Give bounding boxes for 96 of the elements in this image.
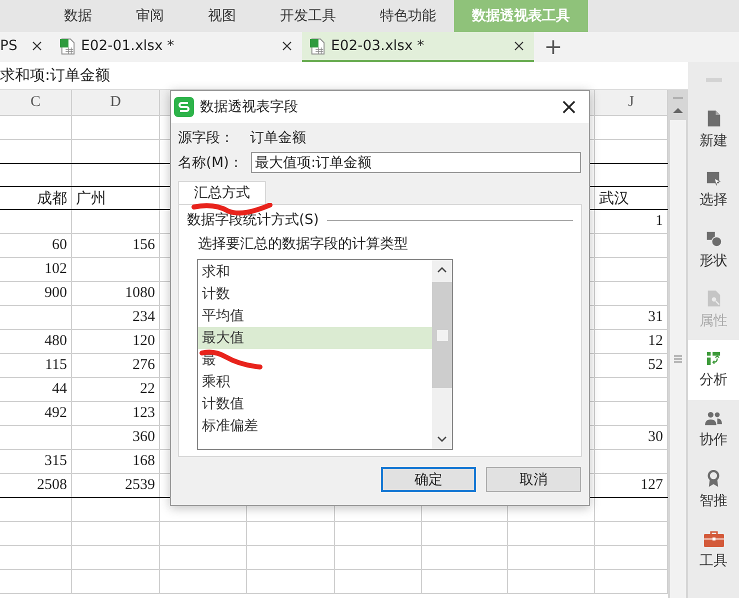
field-label: 源字段： xyxy=(178,128,234,146)
column-header[interactable]: J xyxy=(628,94,634,111)
list-item[interactable]: 求和 xyxy=(198,261,432,283)
list-item[interactable]: 最大值 xyxy=(198,327,432,349)
column-header[interactable]: C xyxy=(30,94,40,111)
table-cell: 成都 xyxy=(37,188,67,208)
table-cell: 广州 xyxy=(76,188,106,208)
table-cell: 168 xyxy=(132,453,155,470)
close-icon[interactable] xyxy=(32,41,42,51)
tab-label: PS xyxy=(0,38,18,54)
spreadsheet-file-icon xyxy=(310,38,325,54)
toolbox-icon xyxy=(704,530,724,546)
list-item[interactable]: 标准偏差 xyxy=(198,415,432,437)
close-icon[interactable] xyxy=(282,41,292,51)
table-cell: 22 xyxy=(140,381,155,398)
formula-text: 求和项:订单金额 xyxy=(0,66,110,85)
ribbon-tab[interactable]: 开发工具 xyxy=(262,0,354,32)
sidebar-item[interactable]: 智推 xyxy=(688,460,739,520)
award-ribbon-icon xyxy=(707,470,720,487)
table-cell: 276 xyxy=(132,357,155,374)
table-cell: 315 xyxy=(44,453,67,470)
name-field[interactable]: 最大值项:订单金额 xyxy=(251,152,582,173)
sidebar-item[interactable]: 形状 xyxy=(688,220,739,280)
table-cell: 120 xyxy=(132,333,155,350)
sidebar-label: 智推 xyxy=(700,492,728,510)
table-cell: 12 xyxy=(648,333,663,350)
cursor-square-icon xyxy=(706,171,721,186)
field-label: 名称(M)： xyxy=(178,154,244,172)
document-search-icon xyxy=(706,290,720,307)
scroll-thumb[interactable] xyxy=(432,282,452,388)
close-button[interactable]: × xyxy=(549,91,589,123)
instruction-text: 选择要汇总的数据字段的计算类型 xyxy=(198,235,409,253)
table-cell: 234 xyxy=(132,309,155,326)
document-tab[interactable]: E02-01.xlsx * xyxy=(52,32,302,62)
sidebar-item[interactable]: 分析 xyxy=(688,340,739,400)
sidebar-item[interactable]: 新建 xyxy=(688,100,739,160)
list-item[interactable]: 计数 xyxy=(198,283,432,305)
table-cell: 102 xyxy=(44,261,67,278)
pivot-icon xyxy=(706,351,721,366)
list-item[interactable]: 乘积 xyxy=(198,371,432,393)
drag-handle-icon[interactable] xyxy=(706,78,722,82)
document-tab[interactable]: E02-03.xlsx * xyxy=(302,32,534,62)
table-cell: 492 xyxy=(44,405,67,422)
list-item[interactable]: 计数值 xyxy=(198,393,432,415)
table-cell: 900 xyxy=(44,285,67,302)
sidebar-label: 形状 xyxy=(700,252,728,270)
table-cell: 127 xyxy=(640,477,663,494)
dialog-button[interactable]: 取消 xyxy=(486,467,581,492)
table-cell: 武汉 xyxy=(599,188,629,208)
vertical-scrollbar[interactable] xyxy=(668,90,688,598)
grip-icon[interactable] xyxy=(673,354,683,364)
table-cell: 30 xyxy=(648,429,663,446)
table-cell: 2508 xyxy=(37,477,67,494)
ribbon-tab[interactable]: 视图 xyxy=(190,0,254,32)
spreadsheet-file-icon xyxy=(60,38,75,54)
table-cell: 1 xyxy=(656,213,663,230)
list-scrollbar[interactable] xyxy=(432,260,452,449)
sidebar-item[interactable]: 工具 xyxy=(688,520,739,580)
scribble-mark xyxy=(199,349,263,371)
table-cell: 480 xyxy=(44,333,67,350)
dialog-tab[interactable]: 汇总方式 xyxy=(178,181,266,204)
people-icon xyxy=(705,411,722,426)
dialog-button[interactable]: 确定 xyxy=(381,467,476,492)
new-tab-button[interactable]: + xyxy=(534,32,572,62)
sidebar-label: 新建 xyxy=(700,132,728,150)
sidebar-label: 属性 xyxy=(700,312,728,330)
close-icon[interactable] xyxy=(514,41,524,51)
field-value: 订单金额 xyxy=(250,128,306,146)
sidebar-item[interactable]: 选择 xyxy=(688,160,739,220)
table-cell: 2539 xyxy=(125,477,155,494)
dialog-title: 数据透视表字段 xyxy=(200,98,299,116)
sidebar-item[interactable]: 协作 xyxy=(688,400,739,460)
table-cell: 1080 xyxy=(125,285,155,302)
sidebar-label: 协作 xyxy=(700,431,728,449)
shapes-icon xyxy=(706,230,722,246)
app-logo-icon xyxy=(174,97,194,117)
ribbon-tab[interactable]: 特色功能 xyxy=(362,0,454,32)
document-icon xyxy=(706,110,720,127)
sidebar-label: 工具 xyxy=(700,552,728,570)
sidebar-label: 分析 xyxy=(700,371,728,389)
tab-label: E02-03.xlsx * xyxy=(331,38,426,54)
table-cell: 360 xyxy=(132,429,155,446)
sidebar-label: 选择 xyxy=(700,191,728,209)
list-item[interactable]: 平均值 xyxy=(198,305,432,327)
table-cell: 115 xyxy=(45,357,67,374)
ribbon-tab[interactable]: 审阅 xyxy=(118,0,182,32)
table-cell: 52 xyxy=(648,357,663,374)
ribbon-tab[interactable]: 数据 xyxy=(46,0,110,32)
tab-label: E02-01.xlsx * xyxy=(81,38,176,54)
document-tab[interactable]: PS xyxy=(0,32,52,62)
table-cell: 44 xyxy=(52,381,67,398)
table-cell: 31 xyxy=(648,309,663,326)
table-cell: 123 xyxy=(132,405,155,422)
table-cell: 60 xyxy=(52,237,67,254)
column-header[interactable]: D xyxy=(110,94,121,111)
table-cell: 156 xyxy=(132,237,155,254)
